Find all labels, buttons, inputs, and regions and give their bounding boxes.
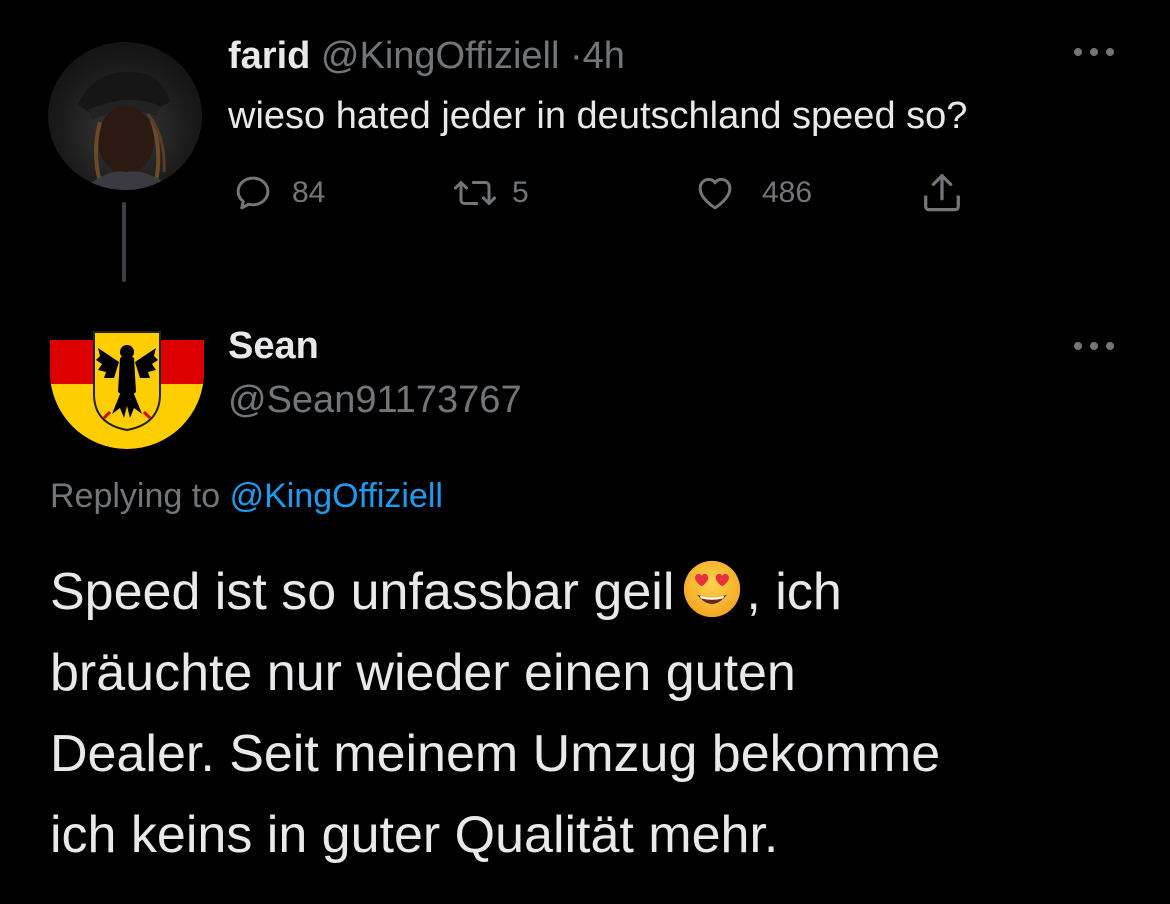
separator-dot: ·	[570, 35, 583, 77]
tweet-text-line: ich keins in guter Qualität mehr.	[50, 806, 779, 864]
tweet-time[interactable]: 4h	[583, 35, 625, 77]
tweet-header: farid @KingOffiziell ·4h	[228, 34, 625, 78]
retweet-icon	[453, 181, 497, 205]
tweet-text: wieso hated jeder in deutschland speed s…	[228, 95, 968, 137]
author-handle[interactable]: @Sean91173767	[228, 376, 522, 424]
replying-to-handle-link[interactable]: @KingOffiziell	[230, 477, 443, 515]
avatar[interactable]	[50, 322, 204, 450]
retweet-count: 5	[512, 176, 529, 209]
reply-button[interactable]: 84	[232, 168, 325, 218]
reply-icon	[236, 176, 270, 210]
share-button[interactable]	[916, 168, 968, 218]
tweet-text-line: Speed ist so unfassbar geil , ich	[50, 552, 1140, 633]
author-handle[interactable]: @KingOffiziell	[321, 35, 560, 77]
german-eagle-flag-avatar	[50, 322, 204, 449]
more-options-icon[interactable]	[1074, 46, 1116, 58]
heart-icon	[698, 177, 732, 210]
replying-to-line: Replying to @KingOffiziell	[50, 474, 443, 518]
thread-connector-line	[122, 202, 126, 282]
tweet-text: Speed ist so unfassbar geil , ich bräuch…	[50, 552, 1140, 876]
like-button[interactable]: 486	[692, 168, 812, 218]
author-name[interactable]: farid	[228, 35, 310, 77]
retweet-button[interactable]: 5	[452, 168, 529, 218]
tweet-text-segment: , ich	[746, 563, 842, 621]
avatar-photo	[78, 72, 174, 190]
share-icon	[924, 174, 960, 212]
more-options-icon[interactable]	[1074, 340, 1116, 352]
like-count: 486	[762, 176, 813, 209]
tweet-text-segment: Speed ist so unfassbar geil	[50, 563, 675, 621]
avatar[interactable]	[48, 42, 202, 190]
author-name[interactable]: Sean	[228, 322, 319, 370]
reply-count: 84	[292, 176, 326, 209]
tweet-text-line: Dealer. Seit meinem Umzug bekomme	[50, 725, 941, 783]
replying-to-label: Replying to	[50, 477, 221, 515]
heart-eyes-emoji-icon	[684, 560, 741, 618]
tweet-text-line: bräuchte nur wieder einen guten	[50, 644, 796, 702]
